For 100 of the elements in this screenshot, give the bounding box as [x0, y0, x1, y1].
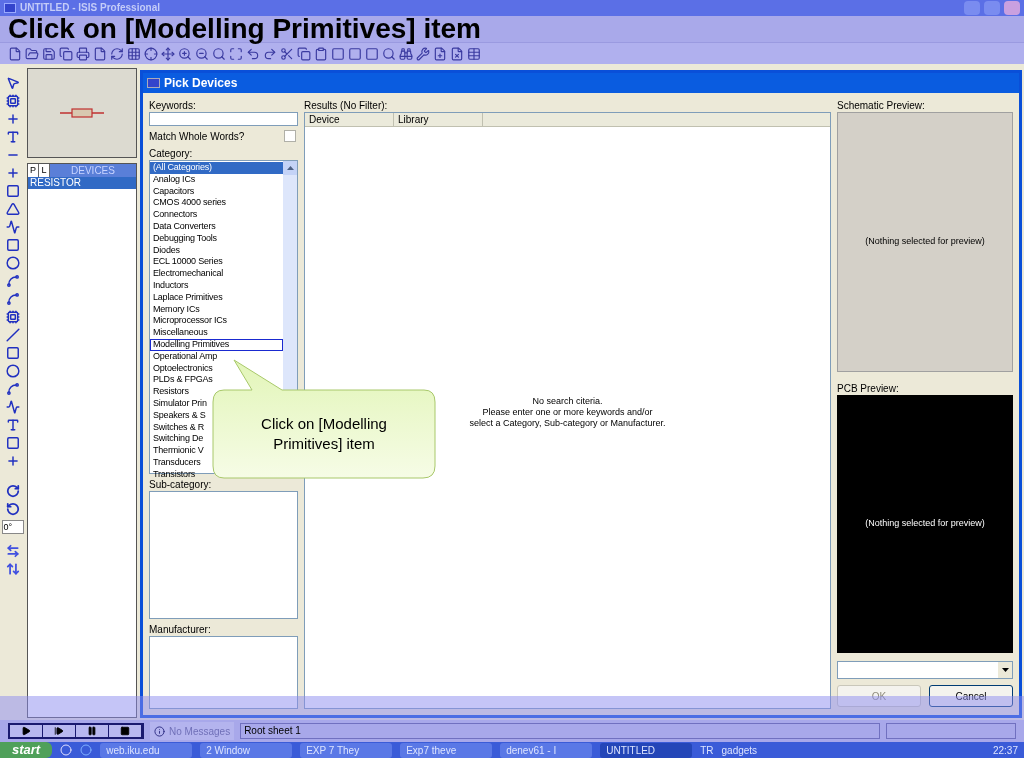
undo-icon[interactable]: [246, 46, 260, 61]
category-item[interactable]: Microprocessor ICs: [150, 315, 230, 328]
category-item[interactable]: Debugging Tools: [150, 232, 220, 245]
pages-icon[interactable]: [59, 46, 73, 61]
column-header[interactable]: Device: [305, 113, 394, 126]
binoculars-icon[interactable]: [399, 46, 413, 61]
schematic-preview-label: Schematic Preview:: [837, 99, 926, 112]
mirror-horizontal-icon[interactable]: [5, 544, 20, 558]
category-item[interactable]: Thermionic V: [150, 445, 207, 457]
tools-icon[interactable]: [416, 46, 430, 61]
fit-icon[interactable]: [229, 46, 243, 61]
column-header[interactable]: Library: [394, 113, 483, 126]
category-item[interactable]: ECL 10000 Series: [150, 256, 226, 269]
gadgets-toolbar[interactable]: gadgets: [721, 742, 758, 758]
category-item[interactable]: Switches & R: [150, 421, 208, 434]
match-whole-words-label: Match Whole Words?: [149, 129, 245, 144]
rotation-field[interactable]: 0°: [1, 520, 24, 534]
pointer-icon[interactable]: [5, 76, 20, 90]
slide-title: Click on [Modelling Primitives] item: [8, 16, 481, 42]
category-item[interactable]: Resistors: [150, 386, 192, 398]
category-item[interactable]: Inductors: [150, 279, 192, 292]
control-icon: [54, 726, 64, 736]
table-icon[interactable]: [467, 46, 481, 61]
new-file-icon[interactable]: [8, 46, 22, 61]
category-item[interactable]: Modelling Primitives: [150, 338, 283, 351]
redo-icon[interactable]: [263, 46, 277, 61]
label-icon[interactable]: [5, 130, 20, 144]
box-icon[interactable]: [5, 346, 20, 360]
status-message: No Messages: [169, 724, 231, 739]
graph-icon[interactable]: [5, 220, 20, 234]
match-checkbox[interactable]: [284, 130, 296, 142]
keywords-field[interactable]: [149, 112, 298, 126]
category-item[interactable]: (All Categories): [150, 162, 283, 174]
category-item[interactable]: Data Converters: [150, 221, 219, 233]
category-item[interactable]: Diodes: [150, 244, 183, 257]
add-file-icon[interactable]: [433, 46, 447, 61]
category-item[interactable]: Capacitors: [150, 185, 198, 198]
folder-icon[interactable]: [25, 46, 39, 61]
simulation-button[interactable]: [43, 725, 76, 737]
category-item[interactable]: PLDs & FPGAs: [150, 374, 216, 387]
block-icon[interactable]: [331, 46, 345, 61]
block-icon[interactable]: [348, 46, 362, 61]
pcb-preview-label: PCB Preview:: [837, 382, 900, 395]
search-icon[interactable]: [212, 46, 226, 61]
mirror-vertical-icon[interactable]: [5, 562, 20, 576]
category-item[interactable]: Miscellaneous: [150, 327, 211, 339]
crosshair-icon[interactable]: [144, 46, 158, 61]
simulation-button[interactable]: [76, 725, 109, 737]
cut-icon[interactable]: [280, 46, 294, 61]
dialog-button[interactable]: Cancel: [929, 685, 1013, 707]
category-item[interactable]: Operational Amp: [150, 350, 221, 363]
devices-header: DEVICES: [70, 164, 116, 177]
category-item[interactable]: Transistors: [150, 468, 198, 481]
category-item[interactable]: Memory ICs: [150, 303, 203, 316]
text-icon[interactable]: [5, 418, 20, 432]
page-icon[interactable]: [93, 46, 107, 61]
zoom-out-icon[interactable]: [195, 46, 209, 61]
zoom-in-icon[interactable]: [178, 46, 192, 61]
manufacturer-list[interactable]: [149, 636, 298, 709]
sub-category-list[interactable]: [149, 491, 298, 619]
results-label: Results (No Filter):: [304, 99, 389, 112]
rotate-clockwise-icon[interactable]: [5, 484, 20, 498]
results-message: Please enter one or more keywords and/or: [482, 407, 653, 418]
refresh-icon[interactable]: [110, 46, 124, 61]
search-icon[interactable]: [382, 46, 396, 61]
dropdown-button[interactable]: [998, 662, 1012, 678]
dialog-title: Pick Devices: [164, 75, 238, 92]
save-icon[interactable]: [42, 46, 56, 61]
results-message: select a Category, Sub-category or Manufacturer.: [469, 418, 666, 429]
copy-icon[interactable]: [297, 46, 311, 61]
rotate-anticlockwise-icon[interactable]: [5, 502, 20, 516]
component-icon[interactable]: [5, 94, 20, 108]
circle-icon[interactable]: [5, 364, 20, 378]
taskbar-button[interactable]: UNTITLED: [600, 742, 693, 758]
category-item[interactable]: Speakers & S: [150, 409, 209, 422]
grid-icon[interactable]: [127, 46, 141, 61]
arc-icon[interactable]: [5, 382, 20, 396]
line-icon[interactable]: [5, 328, 20, 342]
category-item[interactable]: Analog ICs: [150, 173, 199, 186]
printer-icon[interactable]: [76, 46, 90, 61]
device-item[interactable]: RESISTOR: [28, 177, 136, 189]
delete-file-icon[interactable]: [450, 46, 464, 61]
category-item[interactable]: Simulator Prin: [150, 397, 210, 410]
scroll-up-button[interactable]: [283, 161, 297, 175]
language-indicator[interactable]: TR: [700, 742, 714, 758]
category-item[interactable]: Connectors: [150, 209, 201, 221]
category-item[interactable]: CMOS 4000 series: [150, 197, 229, 210]
category-item[interactable]: Transducers: [150, 456, 204, 469]
simulation-button[interactable]: [10, 725, 43, 737]
category-item[interactable]: Electromechanical: [150, 268, 227, 280]
results-message: No search citeria.: [532, 396, 603, 407]
simulation-button[interactable]: [109, 725, 142, 737]
paste-icon[interactable]: [314, 46, 328, 61]
block-icon[interactable]: [365, 46, 379, 61]
resistor-icon: [60, 108, 104, 118]
category-item[interactable]: Laplace Primitives: [150, 291, 226, 304]
move-icon[interactable]: [161, 46, 175, 61]
category-item[interactable]: Switching De: [150, 433, 207, 446]
device-tab[interactable]: L: [39, 164, 50, 177]
category-item[interactable]: Optoelectronics: [150, 362, 216, 375]
